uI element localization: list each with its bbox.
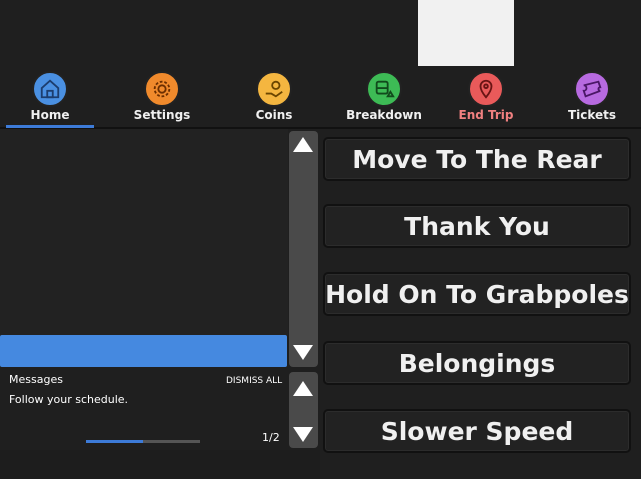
gear-icon [144,71,180,107]
nav-end-trip[interactable]: End Trip [441,68,531,126]
top-nav: Home Settings Coins Breakdown End Trip T… [0,68,641,126]
blank-panel [418,0,514,66]
message-next-icon[interactable] [293,427,313,442]
nav-label-coins: Coins [255,108,293,122]
nav-label-end-trip: End Trip [458,108,514,122]
nav-label-breakdown: Breakdown [346,108,422,122]
slower-speed-button[interactable]: Slower Speed [323,409,631,453]
thank-you-button[interactable]: Thank You [323,204,631,248]
home-icon [32,71,68,107]
map-pin-icon [468,71,504,107]
nav-breakdown[interactable]: Breakdown [339,68,429,126]
message-scrollbar [289,372,318,448]
scroll-up-icon[interactable] [293,137,313,152]
nav-home[interactable]: Home [5,68,95,126]
messages-title: Messages [9,373,63,386]
nav-label-home: Home [30,108,70,122]
nav-label-settings: Settings [133,108,191,122]
nav-coins[interactable]: Coins [229,68,319,126]
nav-tickets[interactable]: Tickets [547,68,637,126]
coins-icon [256,71,292,107]
message-text: Follow your schedule. [9,393,129,406]
dismiss-all-button[interactable]: DISMISS ALL [226,376,282,386]
nav-settings[interactable]: Settings [117,68,207,126]
nav-active-indicator [6,125,94,128]
message-prev-icon[interactable] [293,381,313,396]
list-scrollbar [289,131,318,367]
message-progress [86,440,200,443]
hold-grabpoles-button[interactable]: Hold On To Grabpoles [323,272,631,316]
belongings-button[interactable]: Belongings [323,341,631,385]
message-page-indicator: 1/2 [262,431,280,444]
move-to-rear-button[interactable]: Move To The Rear [323,137,631,181]
ticket-icon [574,71,610,107]
bus-icon [366,71,402,107]
scroll-down-icon[interactable] [293,345,313,360]
message-progress-fill [86,440,143,443]
selected-message-bar[interactable] [0,335,287,367]
message-list-area [0,129,288,335]
nav-label-tickets: Tickets [567,108,617,122]
bottom-strip [0,450,320,479]
